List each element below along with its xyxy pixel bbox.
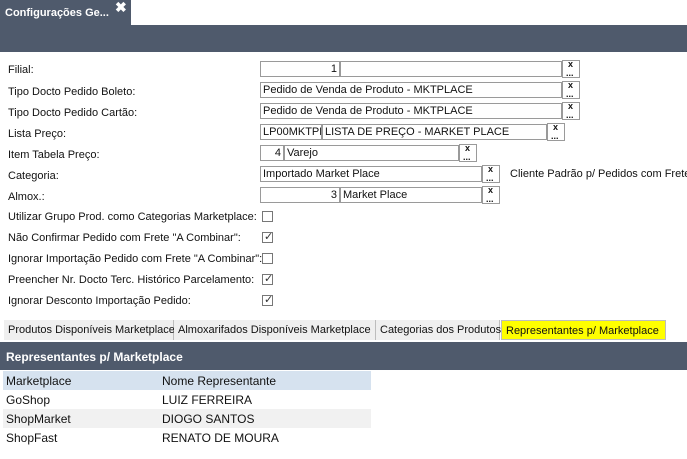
tipo-boleto-label: Tipo Docto Pedido Boleto: <box>8 86 136 98</box>
cell-marketplace: ShopFast <box>3 428 159 447</box>
lista-preco-code-field[interactable]: LP00MKTPL <box>260 124 322 140</box>
header-band <box>0 25 687 52</box>
almox-desc-field[interactable]: Market Place <box>340 187 482 203</box>
window-tab-bar: Configurações Ge... ✖ <box>0 0 687 25</box>
close-icon[interactable]: ✖ <box>115 0 127 14</box>
checkmark-icon: ✓ <box>264 231 274 243</box>
dots-icon: ... <box>463 152 471 162</box>
tab-produtos-disponiveis[interactable]: Produtos Disponíveis Marketplace <box>4 320 175 340</box>
table-row[interactable]: ShopMarket DIOGO SANTOS <box>3 409 371 428</box>
tipo-cartao-field[interactable]: Pedido de Venda de Produto - MKTPLACE <box>260 103 562 119</box>
filial-code-field[interactable]: 1 <box>260 61 340 77</box>
almox-label: Almox.: <box>8 191 45 203</box>
almox-code-field[interactable]: 3 <box>260 187 340 203</box>
column-header-nome-representante[interactable]: Nome Representante <box>159 371 371 390</box>
categoria-field[interactable]: Importado Market Place <box>260 166 482 182</box>
item-tabela-desc-field[interactable]: Varejo <box>284 145 459 161</box>
dots-icon: ... <box>486 194 494 204</box>
window-tab[interactable]: Configurações Ge... ✖ <box>0 0 131 25</box>
cell-representante: RENATO DE MOURA <box>159 428 371 447</box>
item-tabela-picker-button[interactable]: x ... <box>459 144 477 162</box>
categoria-picker-button[interactable]: x ... <box>482 165 500 183</box>
cell-representante: DIOGO SANTOS <box>159 409 371 428</box>
tab-almoxarifados-disponiveis[interactable]: Almoxarifados Disponíveis Marketplace <box>174 320 376 340</box>
categoria-label: Categoria: <box>8 170 59 182</box>
tipo-cartao-picker-button[interactable]: x ... <box>562 102 580 120</box>
tab-categorias-produtos[interactable]: Categorias dos Produtos <box>376 320 501 340</box>
checkbox-preencher[interactable]: ✓ <box>262 273 274 285</box>
dots-icon: ... <box>566 68 574 78</box>
column-header-marketplace[interactable]: Marketplace <box>3 371 159 390</box>
cell-marketplace: GoShop <box>3 390 159 409</box>
dots-icon: ... <box>566 89 574 99</box>
tab-representantes[interactable]: Representantes p/ Marketplace <box>501 320 666 340</box>
representantes-table: Marketplace Nome Representante GoShop LU… <box>3 371 371 447</box>
table-header-row: Marketplace Nome Representante <box>3 371 371 390</box>
dots-icon: ... <box>566 110 574 120</box>
table-row[interactable]: GoShop LUIZ FERREIRA <box>3 390 371 409</box>
window-tab-title: Configurações Ge... <box>5 7 109 19</box>
checkbox-ignorar-desconto[interactable]: ✓ <box>262 294 274 306</box>
checkbox-grupo[interactable] <box>262 211 273 222</box>
grid-title: Representantes p/ Marketplace <box>6 350 183 364</box>
dots-icon: ... <box>551 131 559 141</box>
checkmark-icon: ✓ <box>264 273 274 285</box>
tipo-boleto-picker-button[interactable]: x ... <box>562 81 580 99</box>
dots-icon: ... <box>486 173 494 183</box>
table-row[interactable]: ShopFast RENATO DE MOURA <box>3 428 371 447</box>
checkbox-ignorar-importacao[interactable] <box>262 253 273 264</box>
lista-preco-label: Lista Preço: <box>8 128 67 140</box>
filial-label: Filial: <box>8 64 34 76</box>
almox-picker-button[interactable]: x ... <box>482 186 500 204</box>
cell-representante: LUIZ FERREIRA <box>159 390 371 409</box>
filial-desc-field[interactable] <box>340 61 562 77</box>
filial-picker-button[interactable]: x ... <box>562 60 580 78</box>
item-tabela-code-field[interactable]: 4 <box>260 145 284 161</box>
grid-title-bar: Representantes p/ Marketplace <box>0 342 687 370</box>
cliente-padrao-label: Cliente Padrão p/ Pedidos com Frete <box>510 168 687 180</box>
checkbox-label-nao-confirmar: Não Confirmar Pedido com Frete "A Combin… <box>8 232 241 244</box>
lista-preco-picker-button[interactable]: x ... <box>547 123 565 141</box>
checkbox-label-grupo: Utilizar Grupo Prod. como Categorias Mar… <box>8 211 257 223</box>
cell-marketplace: ShopMarket <box>3 409 159 428</box>
checkbox-label-preencher: Preencher Nr. Docto Terc. Histórico Parc… <box>8 274 255 286</box>
checkbox-label-ignorar-importacao: Ignorar Importação Pedido com Frete "A C… <box>8 253 263 265</box>
checkmark-icon: ✓ <box>264 294 274 306</box>
checkbox-label-ignorar-desconto: Ignorar Desconto Importação Pedido: <box>8 295 191 307</box>
checkbox-nao-confirmar[interactable]: ✓ <box>262 231 274 243</box>
lista-preco-desc-field[interactable]: LISTA DE PREÇO - MARKET PLACE <box>322 124 547 140</box>
item-tabela-label: Item Tabela Preço: <box>8 149 100 161</box>
tipo-boleto-field[interactable]: Pedido de Venda de Produto - MKTPLACE <box>260 82 562 98</box>
tipo-cartao-label: Tipo Docto Pedido Cartão: <box>8 107 138 119</box>
